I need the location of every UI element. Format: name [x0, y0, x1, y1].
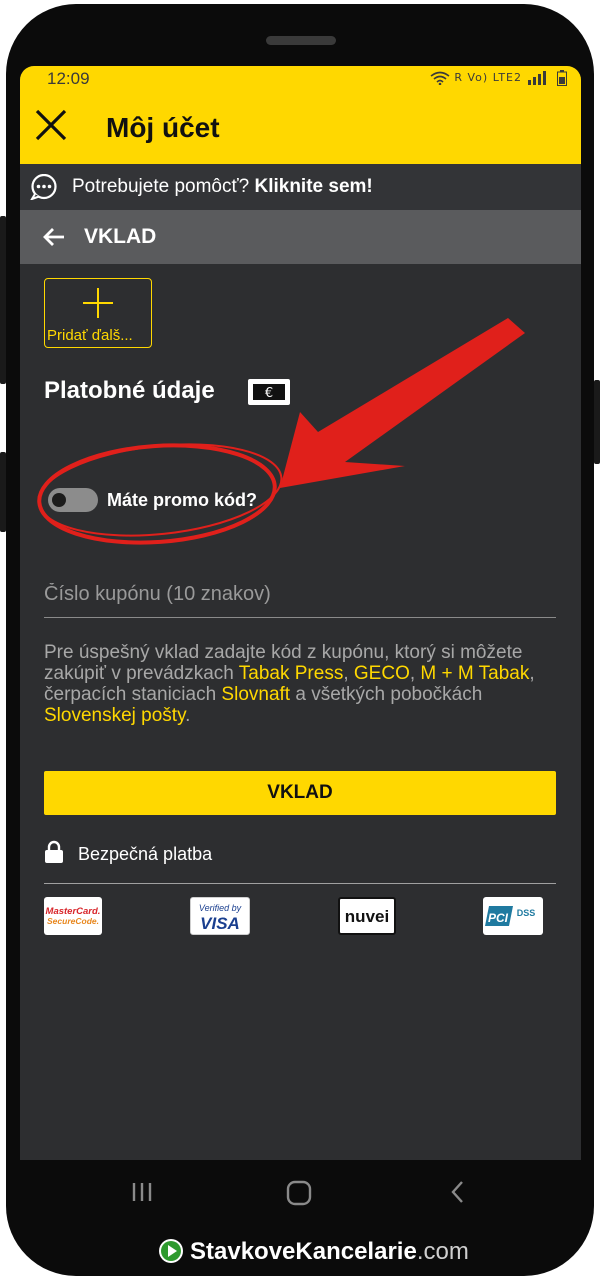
app-screen: 12:09 R Vo) LTE2 Môj účet Potrebujete po…: [20, 66, 581, 1196]
section-header: VKLAD: [20, 210, 581, 264]
bixby-button: [0, 452, 6, 532]
help-question: Potrebujete pomôcť?: [72, 176, 250, 197]
mastercard-logo-graphic: MasterCard. SecureCode.: [46, 906, 101, 926]
info-separator-1: ,: [343, 663, 354, 684]
watermark-suffix: .com: [416, 1238, 469, 1265]
page-title: Môj účet: [106, 112, 220, 143]
info-text-4: .: [185, 705, 191, 726]
add-payment-label: Pridať ďalš...: [47, 327, 133, 344]
verified-by-visa-logo: Verified by VISA: [190, 897, 250, 935]
arrow-left-icon[interactable]: [42, 225, 66, 249]
link-tabak-press[interactable]: Tabak Press: [239, 663, 344, 684]
link-geco[interactable]: GECO: [354, 663, 410, 684]
pci-dss-logo: PCI DSS: [483, 897, 543, 935]
earpiece-speaker: [266, 36, 336, 45]
status-bar: 12:09 R Vo) LTE2: [20, 66, 581, 92]
svg-text:€: €: [265, 386, 273, 401]
close-icon[interactable]: [32, 106, 70, 144]
network-label: R Vo) LTE2: [454, 71, 522, 84]
wifi-icon: [430, 71, 450, 86]
watermark-text: StavkoveKancelarie.com: [190, 1238, 469, 1266]
divider: [44, 883, 556, 884]
help-text: Potrebujete pomôcť? Kliknite sem!: [72, 176, 373, 198]
status-time: 12:09: [47, 69, 90, 88]
mastercard-securecode-logo: MasterCard. SecureCode.: [44, 897, 102, 935]
visa-logo-line2: VISA: [200, 914, 240, 933]
section-title: VKLAD: [84, 225, 157, 248]
visa-logo-graphic: Verified by VISA: [199, 903, 242, 933]
info-separator-2: ,: [409, 663, 421, 684]
status-icons: R Vo) LTE2: [430, 70, 567, 86]
nuvei-logo: nuvei: [338, 897, 396, 935]
mastercard-logo-line2: SecureCode.: [47, 916, 99, 926]
help-link[interactable]: Kliknite sem!: [254, 176, 372, 197]
info-text-3: a všetkých pobočkách: [290, 684, 483, 705]
secure-payment-label: Bezpečná platba: [78, 844, 213, 864]
deposit-info-text: Pre úspešný vklad zadajte kód z kupónu, …: [44, 642, 558, 726]
help-banner[interactable]: Potrebujete pomôcť? Kliknite sem!: [20, 164, 581, 210]
promo-code-row: Máte promo kód?: [48, 486, 308, 516]
add-payment-method-button[interactable]: Pridať ďalš...: [44, 278, 152, 348]
coupon-number-input[interactable]: [44, 571, 556, 618]
pci-logo-graphic: PCI DSS: [485, 906, 536, 926]
power-button: [594, 380, 600, 464]
signal-icon: [527, 71, 546, 85]
plus-icon: [83, 288, 113, 318]
battery-icon: [557, 70, 567, 86]
deposit-button[interactable]: VKLAD: [44, 771, 556, 815]
recent-apps-icon[interactable]: [130, 1180, 154, 1204]
toggle-knob: [52, 493, 66, 507]
home-icon[interactable]: [286, 1180, 312, 1206]
play-icon: [159, 1239, 183, 1263]
link-mm-tabak[interactable]: M + M Tabak: [420, 663, 529, 684]
lock-icon: [45, 840, 63, 863]
promo-code-toggle[interactable]: [48, 488, 98, 512]
nuvei-logo-graphic: nuvei: [345, 907, 389, 926]
visa-logo-line1: Verified by: [199, 903, 242, 913]
android-nav-bar: [20, 1160, 581, 1228]
link-slovnaft[interactable]: Slovnaft: [221, 684, 290, 705]
link-slovenska-posta[interactable]: Slovenskej pošty: [44, 705, 185, 726]
volume-button: [0, 216, 6, 384]
payment-details-heading: Platobné údaje: [44, 377, 215, 404]
back-nav-icon[interactable]: [448, 1180, 468, 1204]
app-bar: Môj účet: [20, 92, 581, 164]
pci-logo-text: PCI: [488, 911, 509, 925]
euro-banknote-icon: €: [248, 379, 290, 405]
promo-code-label: Máte promo kód?: [107, 490, 258, 510]
watermark-main: StavkoveKancelarie: [190, 1238, 417, 1265]
dss-logo-text: DSS: [517, 908, 536, 918]
chat-bubble-icon: [30, 174, 57, 200]
nuvei-logo-text: nuvei: [345, 907, 389, 926]
